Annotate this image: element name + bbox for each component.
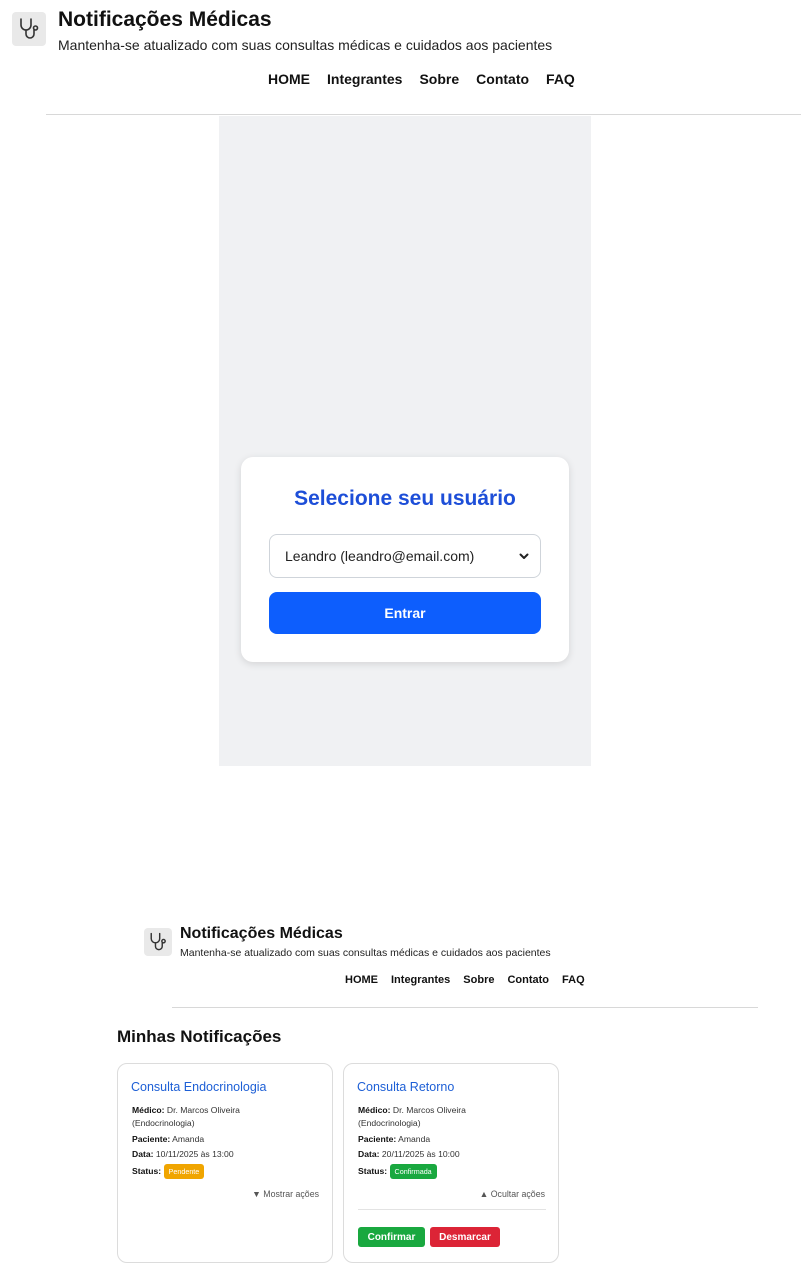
app-subtitle: Mantenha-se atualizado com suas consulta… xyxy=(180,947,551,959)
chevron-down-icon xyxy=(518,549,530,565)
nav-home[interactable]: HOME xyxy=(268,71,310,87)
notifications-title: Minhas Notificações xyxy=(117,1027,282,1046)
nav-faq[interactable]: FAQ xyxy=(562,974,585,986)
notification-card: Consulta Retorno Médico: Dr. Marcos Oliv… xyxy=(343,1063,559,1263)
nav-integrantes[interactable]: Integrantes xyxy=(391,974,450,986)
login-button[interactable]: Entrar xyxy=(269,592,541,634)
confirm-button[interactable]: Confirmar xyxy=(358,1227,425,1247)
nav-home[interactable]: HOME xyxy=(345,974,378,986)
patient-name: Amanda xyxy=(398,1133,431,1144)
login-heading: Selecione seu usuário xyxy=(294,487,516,510)
header-divider xyxy=(46,114,801,115)
cancel-appointment-button[interactable]: Desmarcar xyxy=(430,1227,500,1247)
actions-divider xyxy=(358,1209,546,1210)
patient-name: Amanda xyxy=(172,1133,205,1144)
nav-sobre[interactable]: Sobre xyxy=(463,974,494,986)
header-divider xyxy=(172,1007,758,1008)
main-nav: HOME Integrantes Sobre Contato FAQ xyxy=(268,71,575,87)
login-card: Selecione seu usuário Leandro (leandro@e… xyxy=(241,457,569,662)
doctor-label: Médico: xyxy=(132,1105,165,1115)
app-title: Notificações Médicas xyxy=(180,925,343,942)
doctor-label: Médico: xyxy=(358,1105,391,1115)
date-label: Data: xyxy=(358,1149,380,1160)
notification-title: Consulta Endocrinologia xyxy=(131,1080,267,1094)
notifications-header: Notificações Médicas Mantenha-se atualiz… xyxy=(0,920,801,1010)
appointment-date: 20/11/2025 às 10:00 xyxy=(381,1149,460,1160)
app-title: Notificações Médicas xyxy=(58,8,272,31)
status-badge: Pendente xyxy=(163,1163,205,1179)
nav-integrantes[interactable]: Integrantes xyxy=(327,71,402,87)
date-label: Data: xyxy=(132,1149,154,1160)
doctor-specialty: (Endocrinologia) xyxy=(132,1118,195,1129)
show-actions-toggle[interactable]: ▼ Mostrar ações xyxy=(252,1189,319,1199)
app-header: Notificações Médicas Mantenha-se atualiz… xyxy=(0,0,801,116)
app-subtitle: Mantenha-se atualizado com suas consulta… xyxy=(58,37,553,53)
status-label: Status: xyxy=(132,1165,162,1176)
hide-actions-toggle[interactable]: ▲ Ocultar ações xyxy=(480,1189,545,1199)
doctor-name: Dr. Marcos Oliveira xyxy=(392,1105,466,1115)
notification-details: Médico: Dr. Marcos Oliveira (Endocrinolo… xyxy=(132,1104,322,1179)
notification-title: Consulta Retorno xyxy=(357,1080,455,1094)
nav-faq[interactable]: FAQ xyxy=(546,71,575,87)
doctor-name: Dr. Marcos Oliveira xyxy=(166,1105,240,1115)
notification-card: Consulta Endocrinologia Médico: Dr. Marc… xyxy=(117,1063,333,1263)
appointment-date: 10/11/2025 às 13:00 xyxy=(155,1149,234,1160)
status-label: Status: xyxy=(358,1165,388,1176)
patient-label: Paciente: xyxy=(132,1133,171,1144)
nav-sobre[interactable]: Sobre xyxy=(419,71,459,87)
doctor-specialty: (Endocrinologia) xyxy=(358,1118,421,1129)
nav-contato[interactable]: Contato xyxy=(507,974,549,986)
user-select[interactable]: Leandro (leandro@email.com) xyxy=(269,534,541,578)
notification-details: Médico: Dr. Marcos Oliveira (Endocrinolo… xyxy=(358,1104,548,1179)
login-background xyxy=(219,116,591,766)
nav-contato[interactable]: Contato xyxy=(476,71,529,87)
status-badge: Confirmada xyxy=(389,1163,437,1179)
stethoscope-icon xyxy=(144,928,172,956)
patient-label: Paciente: xyxy=(358,1133,397,1144)
main-nav: HOME Integrantes Sobre Contato FAQ xyxy=(345,974,585,986)
stethoscope-icon xyxy=(12,12,46,46)
user-select-value: Leandro (leandro@email.com) xyxy=(285,548,475,564)
